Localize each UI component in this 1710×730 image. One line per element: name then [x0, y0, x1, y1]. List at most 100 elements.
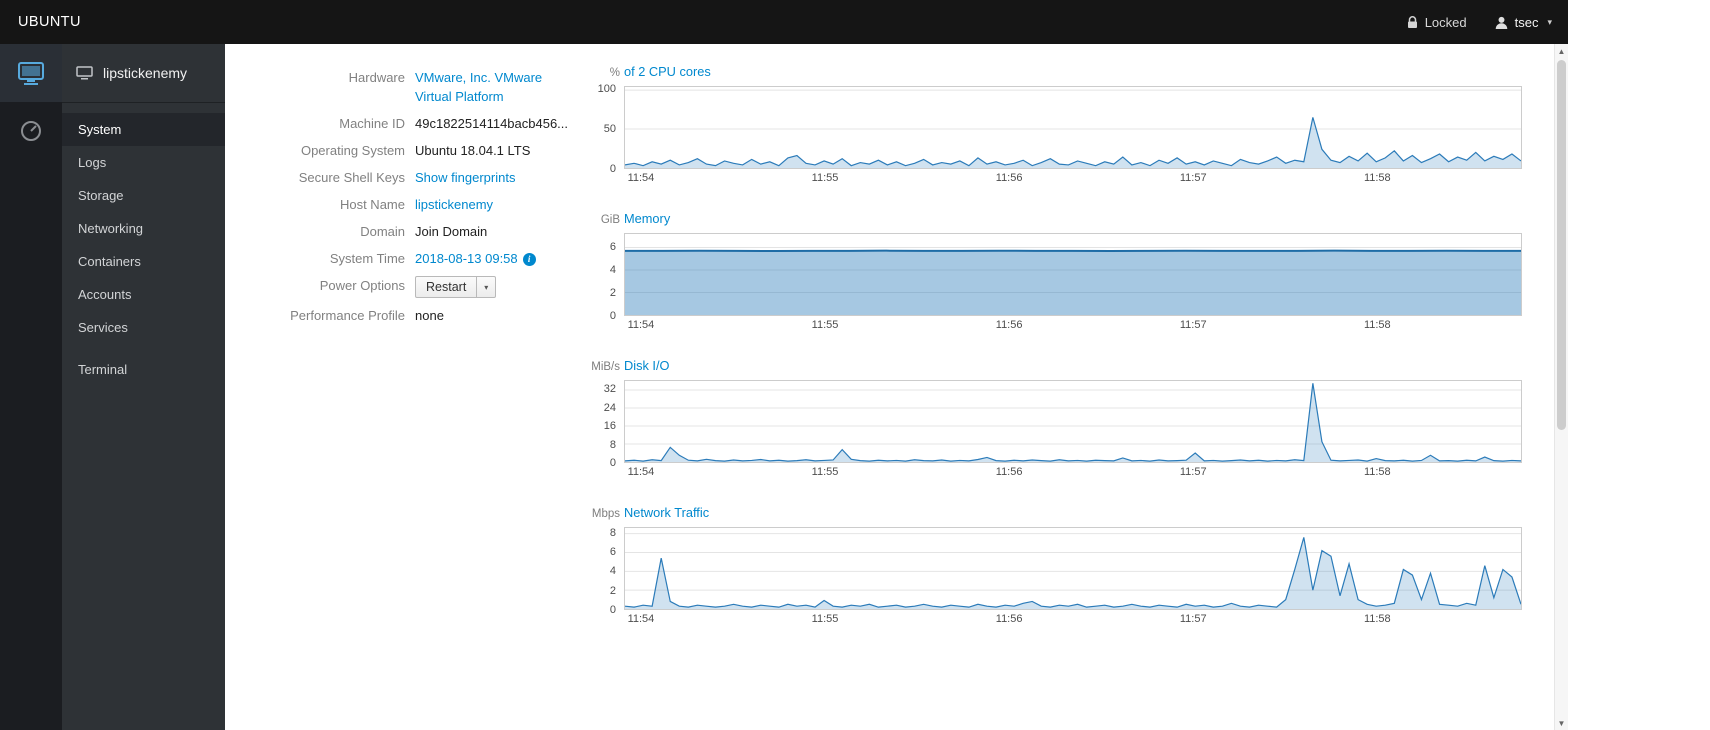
- y-tick-label: 0: [609, 310, 616, 322]
- host-selector[interactable]: lipstickenemy: [62, 44, 225, 103]
- x-tick-label: 11:54: [627, 613, 655, 625]
- y-tick-label: 2: [609, 584, 616, 597]
- sidebar-item-containers[interactable]: Containers: [62, 245, 225, 278]
- hardware-label: Hardware: [348, 70, 405, 85]
- network-traffic-x-axis: 11:54 11:55 11:56 11:57 11:58: [624, 610, 1522, 628]
- x-tick-label: 11:56: [995, 466, 1023, 478]
- content-scrollbar[interactable]: ▲ ▼: [1554, 44, 1568, 730]
- disk-io-chart: MiB/s Disk I/O 0 8 16 24 32 11:54 11:55 11:56 11…: [590, 358, 1522, 481]
- network-traffic-unit-label: Mbps: [591, 508, 620, 520]
- hostname-label: Host Name: [339, 197, 405, 212]
- network-traffic-chart-title: Mbps Network Traffic: [590, 505, 1522, 521]
- x-tick-label: 11:56: [995, 319, 1023, 331]
- cpu-plot: [625, 87, 1521, 168]
- dashboard-icon-button[interactable]: [0, 102, 62, 160]
- y-tick-label: 16: [603, 420, 616, 433]
- network-traffic-chart-link[interactable]: Network Traffic: [624, 505, 709, 520]
- y-tick-label: 6: [609, 546, 616, 559]
- power-split-button: Restart ▾: [415, 276, 497, 298]
- system-time-link[interactable]: 2018-08-13 09:58: [415, 251, 518, 266]
- disk-io-y-axis: 0 8 16 24 32: [590, 380, 624, 469]
- y-tick-label: 32: [603, 383, 616, 396]
- hardware-link[interactable]: VMware, Inc. VMware Virtual Platform: [415, 68, 565, 106]
- scroll-up-arrow[interactable]: ▲: [1555, 44, 1568, 58]
- cpu-y-axis: 0 50 100: [590, 83, 624, 175]
- sidebar-menu: System Logs Storage Networking Container…: [62, 113, 225, 386]
- x-tick-label: 11:56: [995, 613, 1023, 625]
- sidebar: lipstickenemy System Logs Storage Networ…: [62, 44, 225, 730]
- network-traffic-plot-area: [624, 527, 1522, 610]
- locked-label: Locked: [1424, 14, 1467, 30]
- sidebar-item-services[interactable]: Services: [62, 311, 225, 344]
- network-traffic-y-axis: 0 2 4 6 8: [590, 526, 624, 616]
- user-menu[interactable]: tsec ▾: [1495, 15, 1552, 30]
- host-view-icon-button[interactable]: [0, 44, 62, 102]
- hostname-link[interactable]: lipstickenemy: [415, 197, 493, 212]
- caret-down-icon: ▾: [1547, 16, 1552, 27]
- machine-id-label: Machine ID: [339, 116, 405, 131]
- brand: UBUNTU: [18, 14, 81, 30]
- cpu-chart-link[interactable]: of 2 CPU cores: [624, 64, 711, 79]
- x-tick-label: 11:57: [1179, 172, 1207, 184]
- restart-button[interactable]: Restart: [415, 276, 478, 298]
- ssh-keys-label: Secure Shell Keys: [298, 170, 405, 185]
- memory-chart-link[interactable]: Memory: [624, 211, 670, 226]
- power-options-label: Power Options: [319, 278, 405, 293]
- memory-chart-title: GiB Memory: [590, 211, 1522, 227]
- network-traffic-chart: Mbps Network Traffic 02468 11:54 11:55 11:5…: [590, 505, 1522, 628]
- x-tick-label: 11:58: [1363, 319, 1391, 331]
- cpu-chart: % of 2 CPU cores 0 50 100 11:54 11:55 11:56 11…: [590, 64, 1522, 187]
- masthead-actions: Locked tsec ▾: [1407, 15, 1552, 30]
- domain-value: Join Domain: [415, 224, 488, 239]
- x-tick-label: 11:58: [1363, 466, 1391, 478]
- domain-label: Domain: [360, 224, 405, 239]
- user-icon: [1495, 16, 1507, 29]
- sidebar-item-storage[interactable]: Storage: [62, 179, 225, 212]
- host-name: lipstickenemy: [103, 65, 188, 81]
- x-tick-label: 11:55: [811, 172, 839, 184]
- performance-profile-label: Performance Profile: [290, 308, 405, 323]
- disk-io-chart-title: MiB/s Disk I/O: [590, 358, 1522, 374]
- x-tick-label: 11:56: [995, 172, 1023, 184]
- sidebar-item-accounts[interactable]: Accounts: [62, 278, 225, 311]
- machine-id-row: Machine ID 49c1822514114bacb456...: [225, 114, 590, 133]
- sidebar-item-logs[interactable]: Logs: [62, 146, 225, 179]
- user-label: tsec: [1514, 14, 1539, 30]
- disk-io-plot-area: [624, 380, 1522, 463]
- scroll-down-arrow[interactable]: ▼: [1555, 716, 1568, 730]
- y-tick-label: 4: [609, 263, 616, 276]
- y-tick-label: 0: [609, 163, 616, 175]
- y-tick-label: 8: [609, 526, 616, 539]
- sidebar-item-system[interactable]: System: [62, 113, 225, 146]
- charts-panel: % of 2 CPU cores 0 50 100 11:54 11:55 11:56 11…: [590, 44, 1522, 652]
- system-info-panel: Hardware VMware, Inc. VMware Virtual Pla…: [225, 44, 590, 333]
- sidebar-item-terminal[interactable]: Terminal: [62, 353, 225, 386]
- x-tick-label: 11:57: [1179, 319, 1207, 331]
- y-tick-label: 100: [597, 83, 616, 96]
- x-tick-label: 11:54: [627, 466, 655, 478]
- x-tick-label: 11:55: [811, 466, 839, 478]
- main-content: Hardware VMware, Inc. VMware Virtual Pla…: [225, 44, 1554, 730]
- ssh-keys-row: Secure Shell Keys Show fingerprints: [225, 168, 590, 187]
- lock-icon: [1407, 15, 1417, 28]
- disk-io-chart-link[interactable]: Disk I/O: [624, 358, 670, 373]
- sidebar-item-networking[interactable]: Networking: [62, 212, 225, 245]
- domain-row: Domain Join Domain: [225, 222, 590, 241]
- locked-indicator[interactable]: Locked: [1407, 15, 1467, 30]
- y-tick-label: 50: [603, 123, 616, 136]
- y-tick-label: 8: [609, 438, 616, 451]
- info-icon[interactable]: i: [522, 253, 536, 267]
- os-label: Operating System: [300, 143, 405, 158]
- system-time-label: System Time: [329, 251, 405, 266]
- x-tick-label: 11:55: [811, 613, 839, 625]
- system-time-row: System Time 2018-08-13 09:58 i: [225, 249, 590, 268]
- y-tick-label: 4: [609, 565, 616, 578]
- scrollbar-thumb[interactable]: [1557, 60, 1566, 430]
- y-tick-label: 0: [609, 457, 616, 469]
- performance-profile-row: Performance Profile none: [225, 306, 590, 325]
- power-caret-button[interactable]: ▾: [477, 276, 497, 298]
- show-fingerprints-link[interactable]: Show fingerprints: [415, 170, 515, 185]
- memory-chart: GiB Memory 0 2 4 6 11:54 11:55 11:56 11:57 11:58: [590, 211, 1522, 334]
- memory-x-axis: 11:54 11:55 11:56 11:57 11:58: [624, 316, 1522, 334]
- x-tick-label: 11:54: [627, 172, 655, 184]
